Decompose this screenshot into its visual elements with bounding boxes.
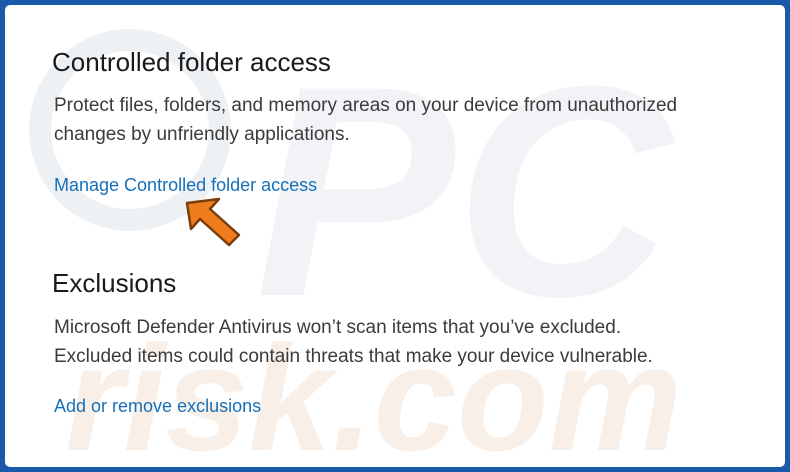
exclusions-description-line1: Microsoft Defender Antivirus won’t scan … [54,317,622,338]
exclusions-title: Exclusions [52,268,177,298]
settings-panel: PC risk.com Controlled folder access Pro… [0,0,790,472]
controlled-folder-access-description-line1: Protect files, folders, and memory areas… [54,95,678,116]
manage-controlled-folder-access-link[interactable]: Manage Controlled folder access [54,175,317,196]
controlled-folder-access-title: Controlled folder access [52,47,331,77]
exclusions-description-line2: Excluded items could contain threats tha… [54,346,653,367]
arrow-pointer-icon [185,197,241,247]
controlled-folder-access-description-line2: changes by unfriendly applications. [54,124,350,145]
add-or-remove-exclusions-link[interactable]: Add or remove exclusions [54,396,261,417]
